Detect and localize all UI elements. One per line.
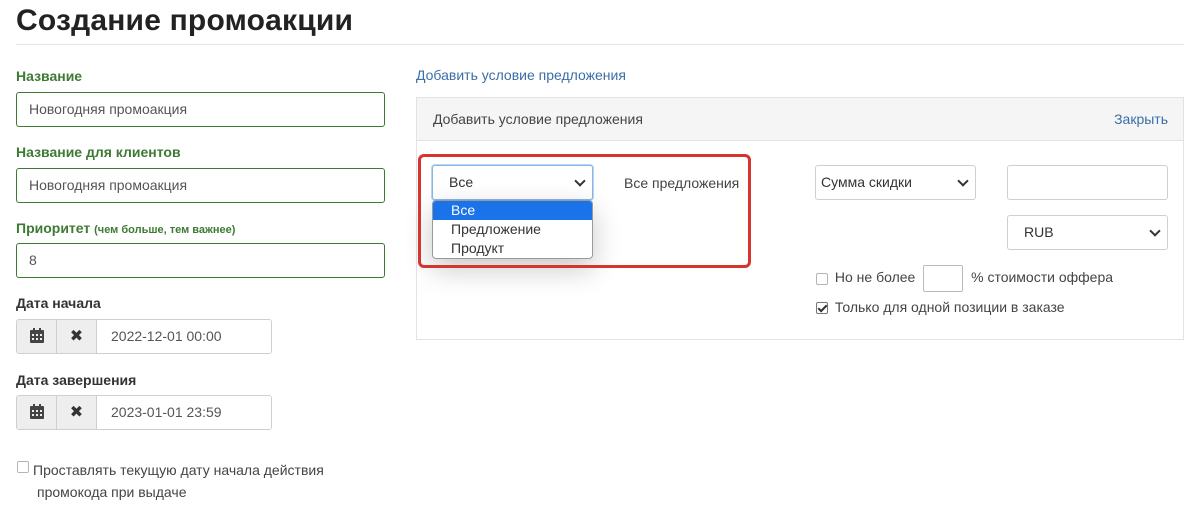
name-input[interactable]: Новогодняя промоакция <box>16 92 385 127</box>
start-date-label: Дата начала <box>16 295 101 311</box>
max-percent-suffix: % стоимости оффера <box>971 269 1114 286</box>
scope-description: Все предложения <box>624 175 740 191</box>
scope-option-all[interactable]: Все <box>433 201 592 220</box>
page-title: Создание промоакции <box>16 4 354 37</box>
priority-label-text: Приоритет <box>16 220 91 236</box>
end-date-input[interactable]: 2023-01-01 23:59 <box>97 396 271 429</box>
end-date-group: ✖ 2023-01-01 23:59 <box>16 395 272 430</box>
single-position-row: Только для одной позиции в заказе <box>816 299 1065 315</box>
calendar-icon <box>29 404 44 419</box>
currency-select[interactable]: RUB <box>1007 215 1168 250</box>
max-percent-prefix: Но не более <box>834 269 916 286</box>
chevron-down-icon <box>1149 225 1161 237</box>
start-date-clear-button[interactable]: ✖ <box>57 320 97 353</box>
start-date-input[interactable]: 2022-12-01 00:00 <box>97 320 271 353</box>
close-icon: ✖ <box>69 327 84 345</box>
panel-header: Добавить условие предложения Закрыть <box>417 98 1183 141</box>
close-icon: ✖ <box>69 403 84 421</box>
chevron-down-icon <box>957 175 969 187</box>
client-name-label: Название для клиентов <box>16 144 181 160</box>
scope-select-value: Все <box>449 174 474 190</box>
set-current-date-option: Проставлять текущую дату начала действия… <box>16 459 346 503</box>
scope-dropdown-menu: Все Предложение Продукт <box>432 200 593 259</box>
end-date-calendar-button[interactable] <box>17 396 57 429</box>
end-date-label: Дата завершения <box>16 372 137 388</box>
scope-option-product[interactable]: Продукт <box>433 239 592 258</box>
max-percent-input[interactable] <box>923 265 964 292</box>
priority-hint: (чем больше, тем важнее) <box>94 224 236 236</box>
name-label: Название <box>16 68 83 84</box>
discount-type-value: Сумма скидки <box>821 174 912 190</box>
calendar-icon <box>29 328 44 343</box>
priority-label: Приоритет (чем больше, тем важнее) <box>16 220 235 236</box>
max-percent-row: Но не более % стоимости оффера <box>816 265 1113 292</box>
start-date-group: ✖ 2022-12-01 00:00 <box>16 319 272 354</box>
set-current-date-label-line1: Проставлять текущую дату начала действия <box>33 462 324 478</box>
panel-title: Добавить условие предложения <box>433 111 643 127</box>
client-name-input[interactable]: Новогодняя промоакция <box>16 168 385 203</box>
max-percent-checkbox[interactable] <box>816 272 828 285</box>
scope-select[interactable]: Все <box>432 165 593 200</box>
currency-value: RUB <box>1024 224 1054 240</box>
single-position-checkbox[interactable] <box>816 302 828 315</box>
set-current-date-label-line2: промокода при выдаче <box>37 484 187 500</box>
single-position-label: Только для одной позиции в заказе <box>834 299 1065 315</box>
title-divider <box>16 44 1184 45</box>
discount-type-select[interactable]: Сумма скидки <box>815 165 976 200</box>
add-offer-condition-link[interactable]: Добавить условие предложения <box>416 67 626 83</box>
close-panel-link[interactable]: Закрыть <box>1114 111 1168 127</box>
end-date-clear-button[interactable]: ✖ <box>57 396 97 429</box>
priority-input[interactable]: 8 <box>16 243 385 278</box>
start-date-calendar-button[interactable] <box>17 320 57 353</box>
scope-option-offer[interactable]: Предложение <box>433 220 592 239</box>
discount-amount-input[interactable] <box>1007 165 1168 200</box>
set-current-date-checkbox[interactable] <box>17 461 29 473</box>
chevron-down-icon <box>574 175 586 187</box>
